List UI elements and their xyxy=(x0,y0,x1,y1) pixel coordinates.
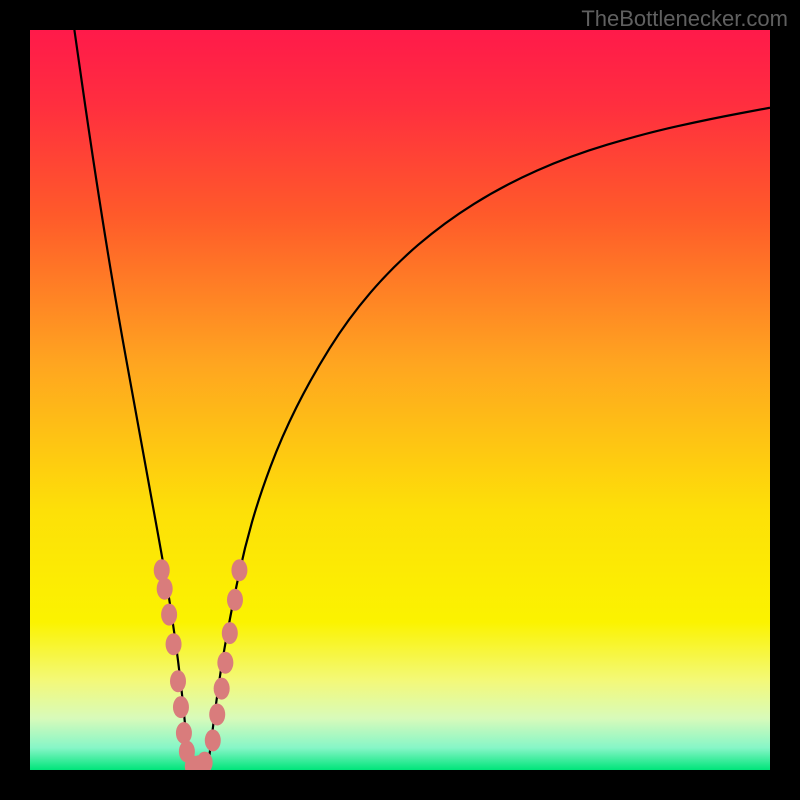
data-point-marker xyxy=(157,578,173,600)
data-point-marker xyxy=(209,704,225,726)
chart-plot-area xyxy=(30,30,770,770)
data-point-markers xyxy=(154,559,248,770)
curve-right-branch xyxy=(208,108,770,770)
watermark-text: TheBottlenecker.com xyxy=(581,6,788,32)
curve-left-branch xyxy=(74,30,189,770)
chart-curves xyxy=(30,30,770,770)
data-point-marker xyxy=(205,729,221,751)
data-point-marker xyxy=(154,559,170,581)
data-point-marker xyxy=(161,604,177,626)
data-point-marker xyxy=(231,559,247,581)
data-point-marker xyxy=(222,622,238,644)
data-point-marker xyxy=(217,652,233,674)
data-point-marker xyxy=(166,633,182,655)
data-point-marker xyxy=(214,678,230,700)
data-point-marker xyxy=(170,670,186,692)
data-point-marker xyxy=(173,696,189,718)
data-point-marker xyxy=(176,722,192,744)
data-point-marker xyxy=(227,589,243,611)
